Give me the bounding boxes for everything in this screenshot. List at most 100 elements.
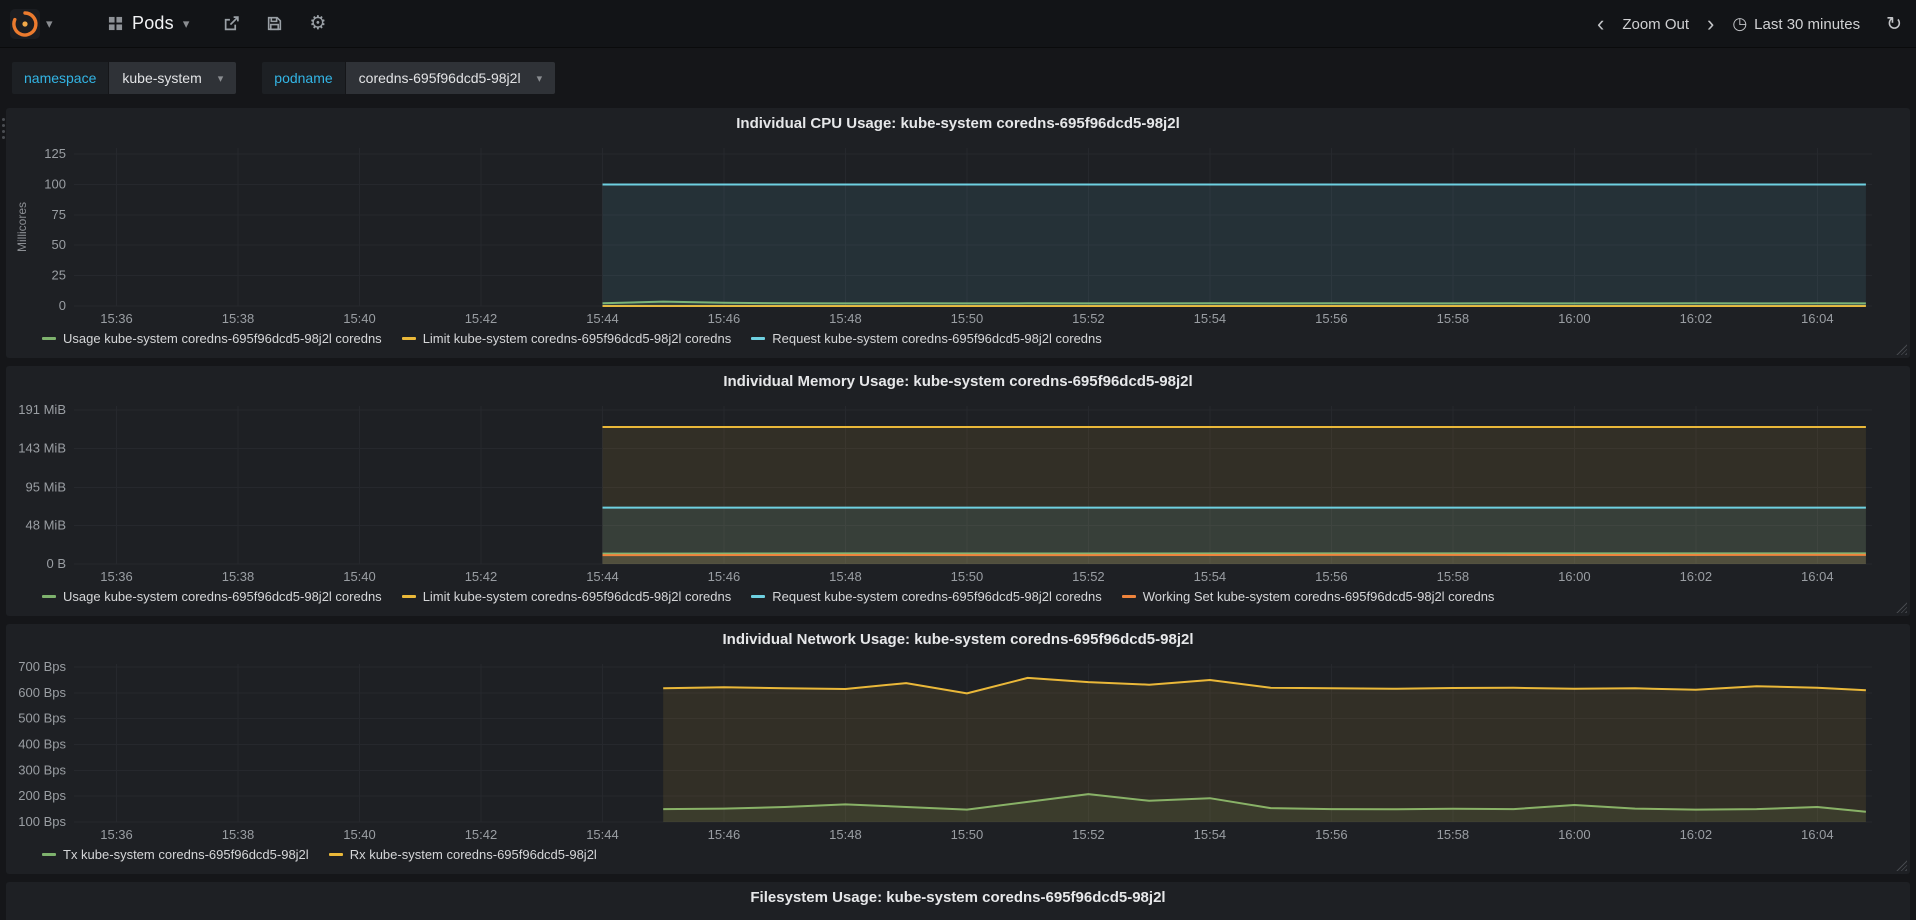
svg-text:15:44: 15:44: [586, 569, 619, 584]
chevron-right-icon[interactable]: ›: [1705, 13, 1716, 35]
legend-label: Working Set kube-system coredns-695f96dc…: [1142, 589, 1495, 604]
memory-usage-chart[interactable]: 0 B 48 MiB 95 MiB 143 MiB 191 MiB 15:36 15:38 1…: [12, 396, 1896, 588]
caret-down-icon: ▾: [536, 72, 543, 85]
time-range-label: Last 30 minutes: [1754, 15, 1861, 33]
legend-item[interactable]: Working Set kube-system coredns-695f96dc…: [1121, 589, 1495, 604]
legend-color-swatch: [42, 337, 56, 340]
svg-text:15:42: 15:42: [465, 827, 498, 842]
svg-text:0 B: 0 B: [46, 556, 66, 571]
legend-color-swatch: [42, 853, 56, 856]
variable-podname-dropdown[interactable]: coredns-695f96dcd5-98j2l ▾: [345, 62, 556, 94]
variable-namespace-dropdown[interactable]: kube-system ▾: [109, 62, 237, 94]
svg-text:15:40: 15:40: [343, 569, 376, 584]
svg-text:15:40: 15:40: [343, 311, 376, 326]
caret-down-icon: ▾: [46, 15, 53, 31]
variable-namespace-value: kube-system: [122, 70, 202, 86]
legend-item[interactable]: Request kube-system coredns-695f96dcd5-9…: [751, 331, 1102, 346]
svg-text:15:54: 15:54: [1194, 827, 1227, 842]
svg-text:15:50: 15:50: [951, 311, 984, 326]
legend-item[interactable]: Usage kube-system coredns-695f96dcd5-98j…: [42, 331, 382, 346]
network-usage-chart[interactable]: 100 Bps 200 Bps 300 Bps 400 Bps 500 Bps 600 B…: [12, 654, 1896, 846]
caret-down-icon: ▾: [217, 72, 224, 85]
svg-text:300 Bps: 300 Bps: [18, 762, 66, 777]
legend-label: Rx kube-system coredns-695f96dcd5-98j2l: [349, 847, 597, 862]
svg-text:Millicores: Millicores: [15, 202, 29, 252]
panel-title[interactable]: Individual Network Usage: kube-system co…: [12, 628, 1904, 654]
filesystem-usage-chart[interactable]: [12, 912, 1896, 920]
chevron-left-icon[interactable]: ‹: [1595, 13, 1606, 35]
svg-text:15:54: 15:54: [1194, 311, 1227, 326]
svg-text:15:52: 15:52: [1072, 569, 1105, 584]
svg-text:75: 75: [52, 207, 66, 222]
legend-label: Usage kube-system coredns-695f96dcd5-98j…: [63, 589, 382, 604]
svg-text:16:00: 16:00: [1558, 827, 1591, 842]
top-nav: ▾ Pods ▾ ⚙ ‹ Zoom Out › ◷ Last 30 minute…: [0, 0, 1916, 48]
legend-color-swatch: [401, 595, 416, 598]
legend-label: Tx kube-system coredns-695f96dcd5-98j2l: [63, 847, 309, 862]
svg-text:16:04: 16:04: [1801, 311, 1834, 326]
legend-label: Limit kube-system coredns-695f96dcd5-98j…: [422, 589, 732, 604]
zoom-out-button[interactable]: Zoom Out: [1622, 16, 1689, 33]
svg-text:15:48: 15:48: [829, 827, 862, 842]
legend-item[interactable]: Limit kube-system coredns-695f96dcd5-98j…: [401, 589, 732, 604]
svg-text:700 Bps: 700 Bps: [18, 659, 66, 674]
svg-text:500 Bps: 500 Bps: [18, 711, 66, 726]
svg-text:15:36: 15:36: [100, 569, 133, 584]
grafana-logo-icon: [10, 8, 40, 39]
gear-icon[interactable]: ⚙: [309, 12, 326, 35]
time-controls: ‹ Zoom Out › ◷ Last 30 minutes ↻: [1595, 0, 1902, 48]
dashboard-actions: ⚙: [223, 12, 326, 35]
panel-title[interactable]: Individual CPU Usage: kube-system coredn…: [12, 112, 1904, 138]
row-drag-handle[interactable]: [2, 118, 5, 139]
svg-text:15:52: 15:52: [1072, 827, 1105, 842]
svg-text:15:58: 15:58: [1437, 569, 1470, 584]
clock-icon: ◷: [1732, 14, 1748, 33]
svg-text:16:02: 16:02: [1680, 311, 1713, 326]
svg-text:48 MiB: 48 MiB: [26, 517, 66, 532]
legend-color-swatch: [401, 337, 416, 340]
legend-label: Limit kube-system coredns-695f96dcd5-98j…: [422, 331, 732, 346]
legend-label: Request kube-system coredns-695f96dcd5-9…: [772, 589, 1102, 604]
panel-filesystem-usage: Filesystem Usage: kube-system coredns-69…: [6, 882, 1910, 920]
svg-text:15:52: 15:52: [1072, 311, 1105, 326]
network-usage-legend: Tx kube-system coredns-695f96dcd5-98j2l R…: [42, 847, 1904, 862]
svg-text:15:46: 15:46: [708, 569, 741, 584]
svg-text:50: 50: [52, 237, 66, 252]
svg-text:15:44: 15:44: [586, 827, 619, 842]
legend-item[interactable]: Request kube-system coredns-695f96dcd5-9…: [751, 589, 1102, 604]
legend-item[interactable]: Limit kube-system coredns-695f96dcd5-98j…: [401, 331, 732, 346]
svg-text:200 Bps: 200 Bps: [18, 788, 66, 803]
refresh-icon[interactable]: ↻: [1886, 13, 1902, 36]
svg-text:600 Bps: 600 Bps: [18, 685, 66, 700]
legend-item[interactable]: Usage kube-system coredns-695f96dcd5-98j…: [42, 589, 382, 604]
legend-item[interactable]: Rx kube-system coredns-695f96dcd5-98j2l: [328, 847, 597, 862]
time-range-picker[interactable]: ◷ Last 30 minutes: [1732, 14, 1860, 34]
svg-text:15:58: 15:58: [1437, 827, 1470, 842]
legend-color-swatch: [751, 337, 766, 340]
dashboard-picker[interactable]: Pods ▾: [108, 13, 189, 34]
legend-color-swatch: [42, 595, 56, 598]
svg-text:100 Bps: 100 Bps: [18, 814, 66, 829]
svg-text:15:38: 15:38: [222, 569, 255, 584]
save-icon[interactable]: [266, 15, 283, 32]
svg-text:16:04: 16:04: [1801, 569, 1834, 584]
template-variables-row: namespace kube-system ▾ podname coredns-…: [0, 48, 1916, 106]
panel-network-usage: Individual Network Usage: kube-system co…: [6, 624, 1910, 874]
svg-text:15:50: 15:50: [951, 827, 984, 842]
legend-label: Usage kube-system coredns-695f96dcd5-98j…: [63, 331, 382, 346]
svg-text:15:48: 15:48: [829, 311, 862, 326]
cpu-usage-chart[interactable]: 0 25 50 75 100 125 15:36 15:38 15:40 15:42 15:44 15…: [12, 138, 1896, 330]
svg-text:191 MiB: 191 MiB: [18, 402, 66, 417]
svg-text:15:56: 15:56: [1315, 827, 1348, 842]
svg-text:16:00: 16:00: [1558, 569, 1591, 584]
svg-text:15:46: 15:46: [708, 827, 741, 842]
svg-text:16:02: 16:02: [1680, 569, 1713, 584]
grid-icon: [108, 16, 123, 31]
panel-title[interactable]: Filesystem Usage: kube-system coredns-69…: [12, 886, 1904, 912]
grafana-logo-button[interactable]: ▾: [0, 0, 74, 48]
legend-color-swatch: [751, 595, 766, 598]
svg-text:16:00: 16:00: [1558, 311, 1591, 326]
share-icon[interactable]: [223, 15, 240, 32]
legend-item[interactable]: Tx kube-system coredns-695f96dcd5-98j2l: [42, 847, 309, 862]
panel-title[interactable]: Individual Memory Usage: kube-system cor…: [12, 370, 1904, 396]
